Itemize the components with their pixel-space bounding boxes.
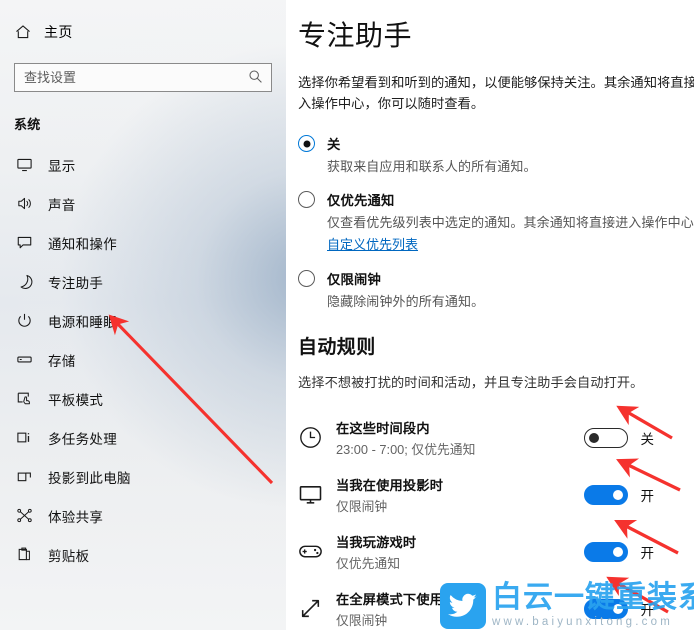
moon-icon: [14, 273, 34, 290]
sidebar-item-tablet-mode[interactable]: 平板模式: [0, 379, 286, 418]
radio-button[interactable]: [298, 191, 315, 208]
clipboard-icon: [14, 546, 34, 563]
radio-option-off[interactable]: 关 获取来自应用和联系人的所有通知。: [298, 134, 694, 175]
radio-label: 仅限闹钟: [327, 272, 381, 287]
sidebar-item-projecting[interactable]: 投影到此电脑: [0, 457, 286, 496]
power-icon: [14, 312, 34, 329]
rule-title: 当我在使用投影时: [336, 477, 444, 493]
monitor-icon: [298, 482, 336, 507]
radio-button[interactable]: [298, 270, 315, 287]
clock-icon: [298, 425, 336, 450]
sidebar-item-multitasking[interactable]: 多任务处理: [0, 418, 286, 457]
rule-while-playing-game[interactable]: 当我玩游戏时 仅优先通知 开: [298, 523, 694, 580]
rule-toggle-switch[interactable]: [583, 541, 628, 562]
automatic-rules-title: 自动规则: [298, 337, 376, 358]
rule-toggle-switch[interactable]: [583, 427, 628, 448]
project-icon: [14, 468, 34, 485]
automatic-rules-list: 在这些时间段内 23:00 - 7:00; 仅优先通知 关 当我在使用投影时 仅…: [298, 409, 694, 630]
rule-toggle-label: 开: [640, 545, 655, 561]
gamepad-icon: [298, 539, 336, 564]
rule-subtitle: 仅优先通知: [336, 555, 400, 571]
rule-subtitle: 23:00 - 7:00; 仅优先通知: [336, 441, 476, 457]
monitor-icon: [14, 156, 34, 173]
drive-icon: [14, 351, 34, 368]
sidebar-nav: 显示 声音 通知和操作 专注助手 电源和睡眠 存储 平板模式 多任务处理 投影到…: [0, 145, 286, 574]
sidebar-item-notifications[interactable]: 通知和操作: [0, 223, 286, 262]
share-icon: [14, 507, 34, 524]
rule-fullscreen-app[interactable]: 在全屏模式下使用应用时 仅限闹钟 开: [298, 580, 694, 630]
sidebar-group-title: 系统: [14, 117, 41, 132]
radio-option-alarms-only[interactable]: 仅限闹钟 隐藏除闹钟外的所有通知。: [298, 269, 694, 310]
multitask-icon: [14, 429, 34, 446]
radio-label: 关: [327, 137, 341, 152]
radio-option-priority-only[interactable]: 仅优先通知 仅查看优先级列表中选定的通知。其余通知将直接进入操作中心。 自定义优…: [298, 190, 694, 254]
rule-toggle-label: 关: [640, 431, 655, 447]
sidebar-item-sound[interactable]: 声音: [0, 184, 286, 223]
sidebar-item-label: 投影到此电脑: [48, 470, 131, 486]
sidebar-home[interactable]: 主页: [0, 0, 286, 46]
rule-while-projecting[interactable]: 当我在使用投影时 仅限闹钟 开: [298, 466, 694, 523]
rule-title: 在全屏模式下使用应用时: [336, 591, 484, 607]
rule-toggle-switch[interactable]: [583, 484, 628, 505]
search-box[interactable]: [14, 63, 272, 92]
sidebar-item-label: 剪贴板: [48, 548, 90, 564]
sidebar-item-label: 声音: [48, 197, 76, 213]
rule-title: 当我玩游戏时: [336, 534, 417, 550]
sidebar-item-label: 电源和睡眠: [48, 314, 117, 330]
page-description: 选择你希望看到和听到的通知，以便能够保持关注。其余通知将直接进入操作中心，你可以…: [298, 75, 694, 111]
page-title: 专注助手: [298, 20, 413, 51]
sidebar-item-label: 多任务处理: [48, 431, 117, 447]
sidebar-item-power-sleep[interactable]: 电源和睡眠: [0, 301, 286, 340]
settings-window: 主页 系统 显示 声音: [0, 0, 694, 630]
rule-toggle-label: 开: [640, 488, 655, 504]
home-icon: [14, 23, 32, 41]
sidebar-item-shared-experiences[interactable]: 体验共享: [0, 496, 286, 535]
sidebar: 主页 系统 显示 声音: [0, 0, 286, 630]
speaker-icon: [14, 195, 34, 212]
radio-button[interactable]: [298, 135, 315, 152]
rule-toggle-switch[interactable]: [583, 598, 628, 619]
rule-toggle-label: 开: [640, 602, 655, 618]
sidebar-item-label: 专注助手: [48, 275, 104, 291]
radio-sublabel: 获取来自应用和联系人的所有通知。: [327, 159, 537, 174]
sidebar-item-label: 显示: [48, 158, 76, 174]
rule-subtitle: 仅限闹钟: [336, 612, 388, 628]
search-container: [14, 63, 272, 92]
customize-priority-list-link[interactable]: 自定义优先列表: [327, 234, 418, 253]
rule-during-these-times[interactable]: 在这些时间段内 23:00 - 7:00; 仅优先通知 关: [298, 409, 694, 466]
sidebar-item-storage[interactable]: 存储: [0, 340, 286, 379]
focus-level-radio-group: 关 获取来自应用和联系人的所有通知。 仅优先通知 仅查看优先级列表中选定的通知。…: [298, 134, 694, 310]
sidebar-item-focus-assist[interactable]: 专注助手: [0, 262, 286, 301]
rule-title: 在这些时间段内: [336, 420, 430, 436]
chat-bubble-icon: [14, 234, 34, 251]
sidebar-item-label: 平板模式: [48, 392, 104, 408]
sidebar-home-label: 主页: [44, 24, 73, 40]
fullscreen-icon: [298, 596, 336, 621]
sidebar-item-clipboard[interactable]: 剪贴板: [0, 535, 286, 574]
automatic-rules-description: 选择不想被打扰的时间和活动，并且专注助手会自动打开。: [298, 375, 644, 390]
radio-sublabel: 仅查看优先级列表中选定的通知。其余通知将直接进入操作中心。: [327, 215, 694, 230]
tablet-hand-icon: [14, 390, 34, 407]
main-content: 专注助手 选择你希望看到和听到的通知，以便能够保持关注。其余通知将直接进入操作中…: [286, 0, 694, 630]
sidebar-item-label: 体验共享: [48, 509, 104, 525]
sidebar-item-label: 存储: [48, 353, 76, 369]
sidebar-item-display[interactable]: 显示: [0, 145, 286, 184]
rule-subtitle: 仅限闹钟: [336, 498, 388, 514]
search-input[interactable]: [15, 64, 271, 91]
search-icon[interactable]: [248, 69, 263, 89]
sidebar-item-label: 通知和操作: [48, 236, 117, 252]
radio-label: 仅优先通知: [327, 193, 395, 208]
radio-sublabel: 隐藏除闹钟外的所有通知。: [327, 294, 485, 309]
